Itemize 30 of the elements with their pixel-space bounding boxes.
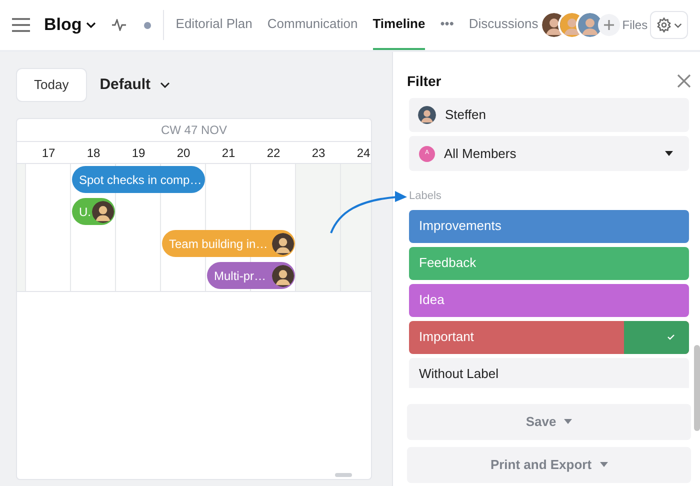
event-bar[interactable]: Multi-pr… xyxy=(207,262,295,289)
day-label: 24 xyxy=(356,144,370,162)
tab[interactable]: Communication xyxy=(267,0,358,50)
tab[interactable]: Files xyxy=(622,16,648,34)
tab[interactable]: Editorial Plan xyxy=(176,0,252,50)
tab[interactable]: Discussions xyxy=(468,0,538,50)
label-option[interactable]: Improvements xyxy=(409,210,689,242)
day-label: 22 xyxy=(266,144,280,162)
label-option[interactable]: Idea xyxy=(409,284,689,316)
label-option[interactable]: Important xyxy=(409,320,689,354)
week-label: CW 47 NOV xyxy=(160,122,227,139)
day-label: 17 xyxy=(42,144,56,162)
panel-title: Filter xyxy=(407,72,442,90)
print-export-button[interactable]: Print and Export xyxy=(407,446,691,482)
tab[interactable]: Timeline xyxy=(372,0,426,50)
day-label: 18 xyxy=(86,144,100,162)
label-option[interactable]: Without Label xyxy=(409,358,689,388)
save-button[interactable]: Save xyxy=(407,404,691,440)
tab[interactable]: ••• xyxy=(440,0,454,50)
day-label: 20 xyxy=(176,144,190,162)
day-label: 19 xyxy=(132,144,146,162)
day-label: 21 xyxy=(222,144,236,162)
view-dropdown[interactable]: Default xyxy=(100,74,170,96)
project-title[interactable]: Blog xyxy=(44,12,96,38)
section-label: Labels xyxy=(409,189,442,204)
label-option[interactable]: Feedback xyxy=(409,246,689,280)
event-bar[interactable]: Spot checks in comp… xyxy=(72,166,205,193)
day-label: 23 xyxy=(312,144,326,162)
person-filter[interactable]: Steffen xyxy=(409,98,689,132)
today-button[interactable]: Today xyxy=(16,68,87,102)
